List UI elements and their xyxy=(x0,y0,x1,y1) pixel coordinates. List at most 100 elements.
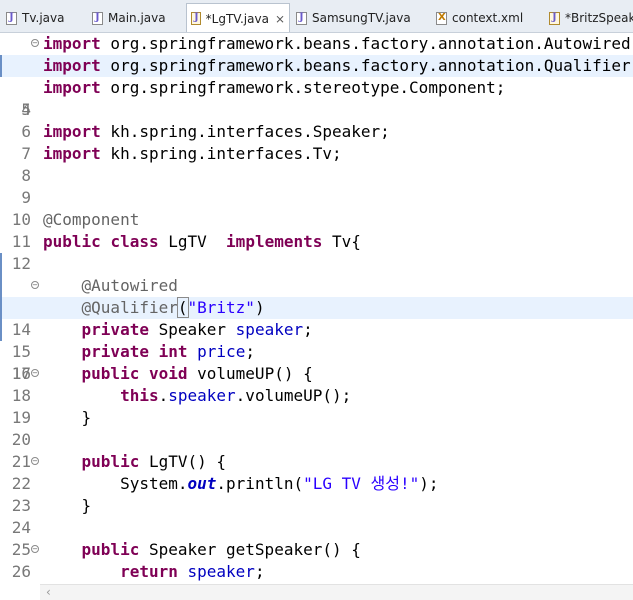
code-text: . xyxy=(158,386,169,405)
annotation: @Component xyxy=(43,210,140,229)
keyword: implements xyxy=(226,232,323,251)
matching-bracket: ( xyxy=(176,297,189,318)
code-line-current[interactable]: 4 import org.springframework.beans.facto… xyxy=(0,55,633,119)
string-literal: "Britz" xyxy=(187,298,255,317)
keyword: private xyxy=(81,320,149,339)
code-text: ); xyxy=(419,474,439,493)
java-file-icon xyxy=(296,11,307,25)
field-reference: price xyxy=(197,342,246,361)
code-text: .println( xyxy=(216,474,304,493)
code-editor[interactable]: 3 import org.springframework.beans.facto… xyxy=(0,33,633,584)
change-marker xyxy=(0,275,2,297)
change-marker xyxy=(0,55,2,77)
code-line[interactable]: 7 import kh.spring.interfaces.Speaker; xyxy=(0,121,633,163)
code-line[interactable]: 14 @Autowired xyxy=(0,275,633,339)
code-text: LgTV xyxy=(158,232,227,251)
xml-file-icon xyxy=(436,11,447,25)
keyword: import xyxy=(43,144,101,163)
code-text: } xyxy=(81,496,92,515)
gutter-footer xyxy=(0,584,40,599)
code-line[interactable]: 9 xyxy=(0,165,633,207)
field-reference: speaker xyxy=(235,320,304,339)
change-marker xyxy=(0,319,2,341)
tab-label: Main.java xyxy=(108,11,166,25)
code-line[interactable]: 27 return speaker; xyxy=(0,561,633,583)
keyword: private xyxy=(81,342,149,361)
code-line[interactable]: 17 private int price; xyxy=(0,341,633,383)
code-line[interactable]: 20 } xyxy=(0,407,633,449)
code-text: ; xyxy=(254,562,265,581)
fold-toggle-icon[interactable] xyxy=(31,369,39,377)
code-line[interactable]: 6 xyxy=(0,99,633,141)
code-text: kh.spring.interfaces.Tv; xyxy=(100,144,342,163)
code-line[interactable]: 12 public class LgTV implements Tv{ xyxy=(0,231,633,273)
keyword: import xyxy=(43,56,101,75)
code-line[interactable]: 23 System.out.println("LG TV 생성!"); xyxy=(0,473,633,515)
code-text: Speaker xyxy=(148,320,236,339)
keyword: public xyxy=(81,364,140,383)
code-line[interactable]: 5 import org.springframework.stereotype.… xyxy=(0,77,633,119)
code-line[interactable]: 24 } xyxy=(0,495,633,537)
tab-samsungtv-java[interactable]: SamsungTV.java xyxy=(292,4,415,32)
tab-context-xml[interactable]: context.xml xyxy=(432,4,527,32)
keyword: public xyxy=(81,452,140,471)
code-text: ) xyxy=(254,298,265,317)
code-line[interactable]: 25 xyxy=(0,517,633,559)
field-reference: speaker xyxy=(187,562,255,581)
keyword: import xyxy=(43,34,101,53)
java-file-icon xyxy=(191,12,201,25)
scroll-left-icon[interactable]: ‹ xyxy=(46,585,51,600)
change-marker xyxy=(0,253,2,275)
annotation: @Autowired xyxy=(81,276,178,295)
code-text: kh.spring.interfaces.Speaker; xyxy=(100,122,390,141)
string-literal: "LG TV 생성!" xyxy=(303,474,420,493)
code-text: volumeUP() { xyxy=(187,364,313,383)
annotation: @Qualifier xyxy=(81,298,178,317)
code-line[interactable]: 26 public Speaker getSpeaker() { xyxy=(0,539,633,581)
keyword: import xyxy=(43,78,101,97)
keyword: this xyxy=(120,386,159,405)
code-text: org.springframework.beans.factory.annota… xyxy=(100,34,633,53)
tab-main-java[interactable]: Main.java xyxy=(88,4,170,32)
fold-toggle-icon[interactable] xyxy=(31,457,39,465)
java-file-icon xyxy=(549,11,560,25)
tab-lgtv-java[interactable]: *LgTV.java ⨯ xyxy=(186,3,290,32)
keyword: class xyxy=(110,232,159,251)
code-line[interactable]: 22 public LgTV() { xyxy=(0,451,633,493)
keyword: int xyxy=(158,342,188,361)
fold-toggle-icon[interactable] xyxy=(31,39,39,47)
code-line[interactable]: 11 @Component xyxy=(0,209,633,251)
code-line[interactable]: 18 public void volumeUP() { xyxy=(0,363,633,405)
tab-britzspeaker[interactable]: *BritzSpeaker xyxy=(545,4,633,32)
code-text: ; xyxy=(303,320,313,339)
tab-label: context.xml xyxy=(452,11,524,25)
code-text: LgTV() { xyxy=(139,452,227,471)
field-reference: speaker xyxy=(168,386,236,405)
code-text: Speaker getSpeaker() { xyxy=(139,540,361,559)
fold-toggle-icon[interactable] xyxy=(31,545,39,553)
tab-label: Tv.java xyxy=(22,11,65,25)
code-line[interactable]: 19 this.speaker.volumeUP(); xyxy=(0,385,633,427)
tab-tv-java[interactable]: Tv.java xyxy=(2,4,68,32)
keyword: void xyxy=(148,364,188,383)
code-line[interactable]: 8 import kh.spring.interfaces.Tv; xyxy=(0,143,633,185)
code-line[interactable]: 13 xyxy=(0,253,633,317)
code-line[interactable]: 10 xyxy=(0,187,633,229)
code-line-current[interactable]: 15 @Qualifier("Britz") xyxy=(0,297,633,361)
fold-toggle-icon[interactable] xyxy=(31,281,39,289)
horizontal-scrollbar[interactable]: ‹ xyxy=(40,584,633,600)
tab-label: *BritzSpeaker xyxy=(565,11,633,25)
tab-label: SamsungTV.java xyxy=(312,11,411,25)
code-line[interactable]: 3 import org.springframework.beans.facto… xyxy=(0,33,633,75)
code-line[interactable]: 21 xyxy=(0,429,633,471)
close-icon[interactable]: ⨯ xyxy=(275,12,285,26)
code-line[interactable]: 16 private Speaker speaker; xyxy=(0,319,633,383)
code-text: System. xyxy=(120,474,188,493)
